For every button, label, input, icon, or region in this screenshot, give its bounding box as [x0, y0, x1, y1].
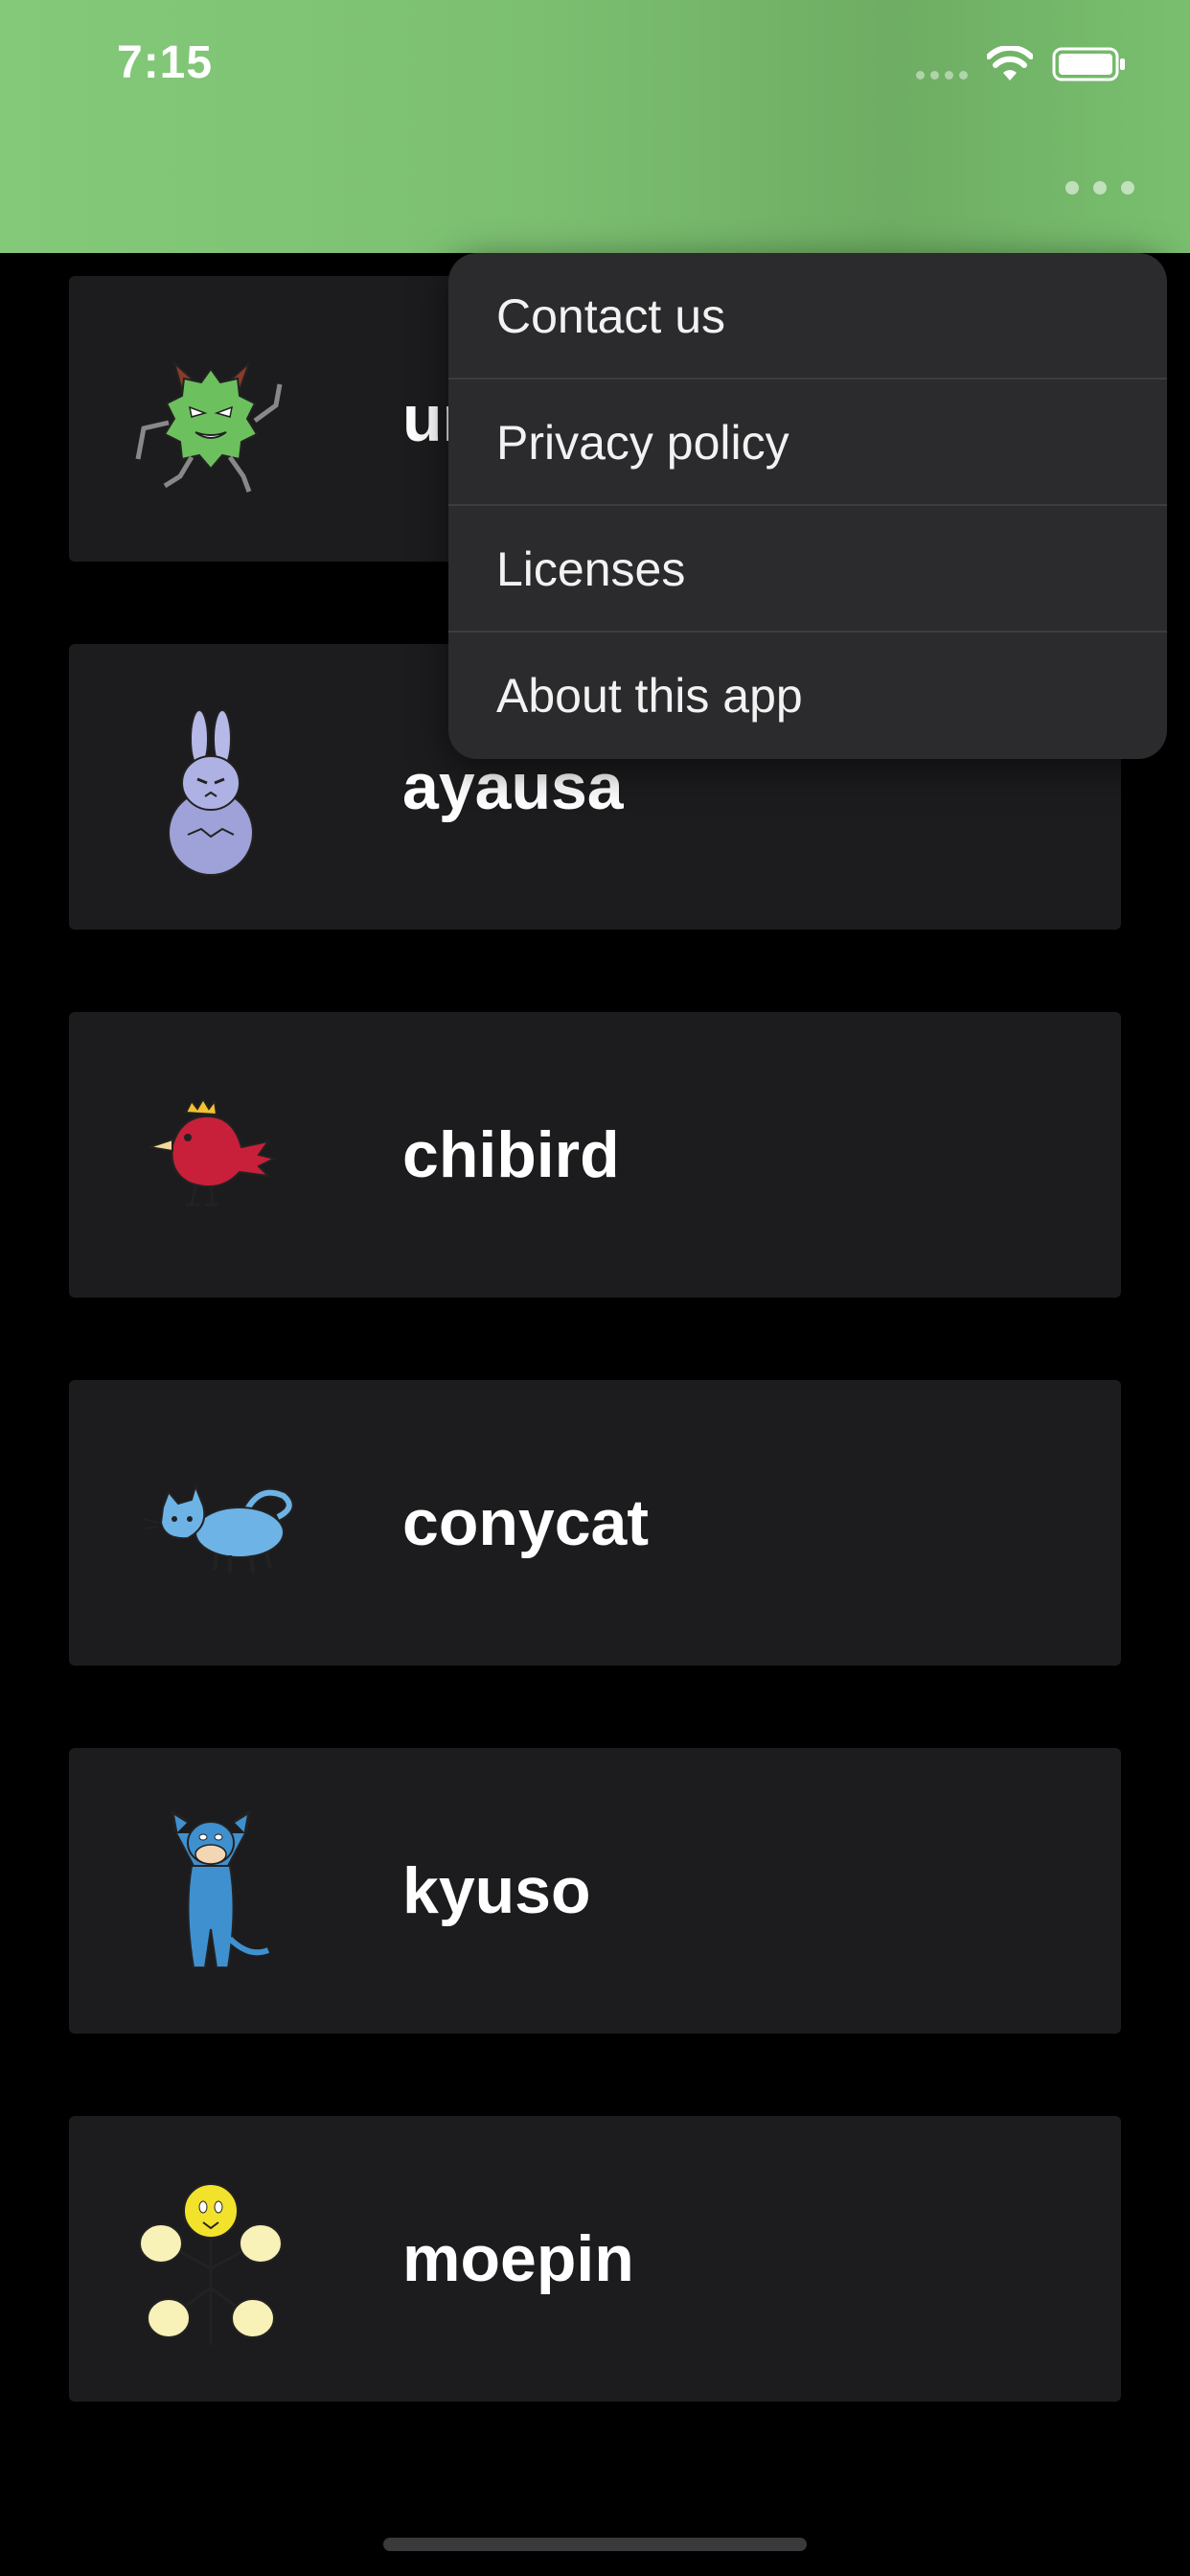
menu-item-about-this-app[interactable]: About this app	[448, 632, 1167, 759]
yellow-flower-icon	[139, 2183, 283, 2345]
purple-rabbit-icon	[168, 709, 254, 876]
character-card-chibird[interactable]: chibird	[69, 1012, 1121, 1298]
character-name: chibird	[402, 1118, 620, 1191]
cellular-signal-icon	[916, 71, 968, 80]
ellipsis-icon	[1065, 181, 1079, 195]
character-name: moepin	[402, 2222, 634, 2295]
menu-item-licenses[interactable]: Licenses	[448, 506, 1167, 632]
blue-cat-icon	[143, 1483, 294, 1574]
more-options-button[interactable]	[1065, 172, 1134, 203]
character-card-kyuso[interactable]: kyuso	[69, 1748, 1121, 2034]
app-header: 7:15	[0, 0, 1190, 253]
options-menu: Contact us Privacy policy Licenses About…	[448, 253, 1167, 759]
green-monster-icon	[135, 359, 283, 493]
character-name: conycat	[402, 1486, 649, 1559]
character-card-moepin[interactable]: moepin	[69, 2116, 1121, 2402]
menu-item-privacy-policy[interactable]: Privacy policy	[448, 380, 1167, 506]
wifi-icon	[987, 46, 1033, 80]
blue-mouse-icon	[170, 1808, 270, 1968]
home-indicator	[383, 2538, 807, 2551]
menu-item-contact-us[interactable]: Contact us	[448, 253, 1167, 380]
red-bird-icon	[149, 1097, 277, 1207]
character-name: kyuso	[402, 1854, 591, 1927]
character-card-conycat[interactable]: conycat	[69, 1380, 1121, 1666]
status-time: 7:15	[117, 37, 214, 88]
battery-icon	[1052, 47, 1125, 81]
